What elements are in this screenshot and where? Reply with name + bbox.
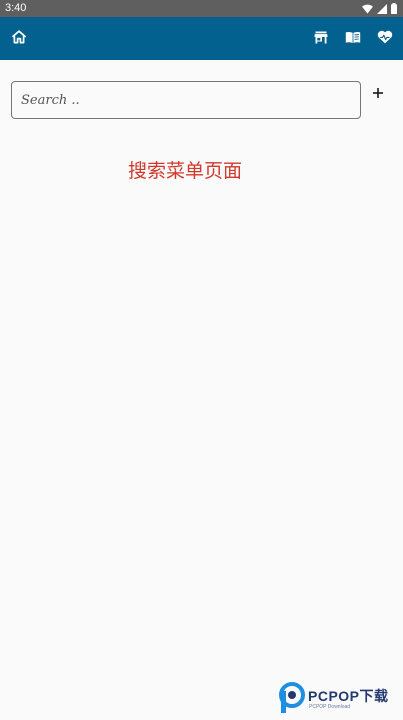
plus-icon (373, 88, 383, 98)
watermark-subtext: PCPOP Download (309, 704, 351, 710)
search-field[interactable] (11, 81, 361, 119)
book-icon (345, 29, 361, 48)
watermark-logo: PCPOP下载 PCPOP Download (276, 681, 400, 715)
book-button[interactable] (336, 17, 370, 60)
page-heading: 搜索菜单页面 (127, 160, 242, 182)
pcpop-logo-icon (279, 682, 305, 713)
status-time: 3:40 (5, 2, 27, 14)
watermark-text: PCPOP下载 (308, 688, 389, 704)
status-icons (362, 2, 397, 15)
store-button[interactable] (304, 17, 338, 60)
wifi-icon (362, 0, 373, 18)
app-screen: 3:40 Search .. 搜索菜单页面 PCPOP下载 PCPOP Down… (0, 0, 403, 720)
heart-icon (377, 29, 393, 48)
health-button[interactable] (368, 17, 402, 60)
store-icon (314, 29, 328, 48)
search-input[interactable] (21, 82, 351, 118)
signal-icon (377, 0, 387, 18)
home-button[interactable] (2, 17, 36, 60)
status-bar: 3:40 (0, 0, 403, 17)
app-bar (0, 17, 403, 60)
add-button[interactable] (367, 82, 389, 104)
battery-icon (391, 0, 397, 18)
home-icon (12, 29, 26, 48)
